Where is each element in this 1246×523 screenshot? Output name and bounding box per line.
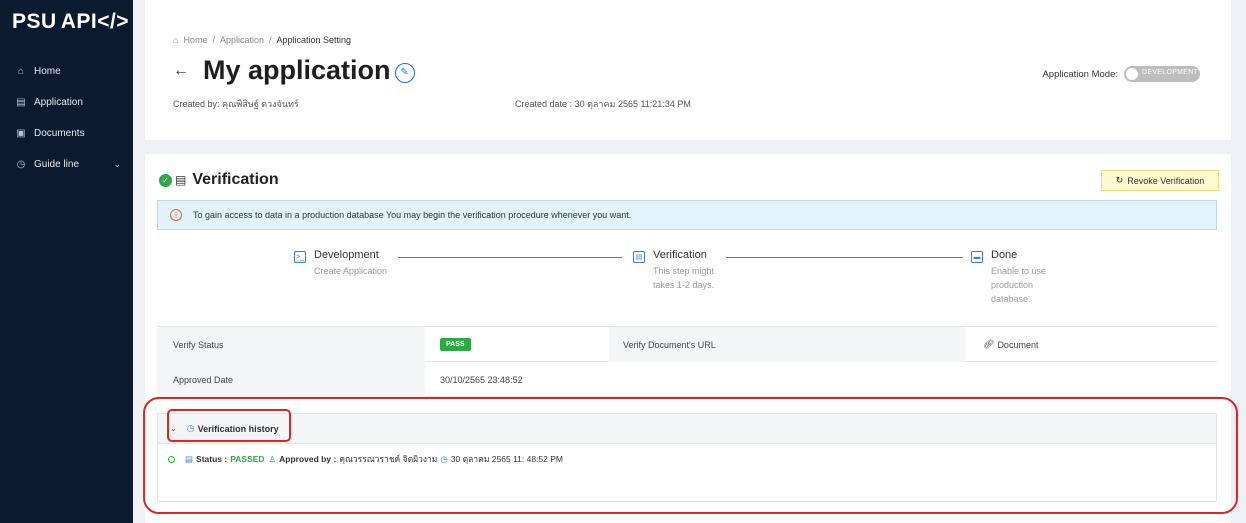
step-development: >_ Development Create Application xyxy=(294,249,387,278)
sidebar-item-label: Documents xyxy=(34,128,85,139)
created-date-value: 30 ตุลาคม 2565 11:21:34 PM xyxy=(574,99,691,109)
toggle-knob xyxy=(1126,68,1138,80)
step-title: Verification xyxy=(653,249,707,261)
created-by-label: Created by: xyxy=(173,99,220,109)
step-desc: Enable to use production database. xyxy=(991,264,1046,306)
created-by: Created by: คุณพิสิษฐ์ ดวงจันทร์ xyxy=(173,97,299,111)
verify-status-label: Verify Status xyxy=(157,327,425,362)
logo-api: API</> xyxy=(60,10,130,33)
created-date: Created date : 30 ตุลาคม 2565 11:21:34 P… xyxy=(515,97,691,111)
psu-api-logo[interactable]: PSU API</> xyxy=(12,10,129,34)
revoke-verification-button[interactable]: ↻ Revoke Verification xyxy=(1101,170,1219,191)
step-connector xyxy=(726,257,963,258)
mode-label: Application Mode: xyxy=(1042,68,1118,80)
step-desc-line: database. xyxy=(991,294,1031,304)
highlight-box-title xyxy=(167,409,291,442)
table-row: Approved Date 30/10/2565 23:48:52 xyxy=(157,362,1217,397)
sidebar-nav: ⌂ Home ▤ Application ▣ Documents ◷ Guide… xyxy=(0,56,133,180)
breadcrumb-home[interactable]: Home xyxy=(183,35,207,45)
clock-icon: ◷ xyxy=(16,159,26,170)
step-desc-line: production xyxy=(991,280,1034,290)
sidebar: PSU API</> ⌂ Home ▤ Application ▣ Documen… xyxy=(0,0,133,523)
mode-toggle[interactable]: DEVELOPMENT xyxy=(1124,66,1200,82)
status-badge: PASS xyxy=(440,338,471,351)
logo-psu: PSU xyxy=(12,10,57,33)
step-desc-line: Enable to use xyxy=(991,266,1047,276)
highlight-box-history xyxy=(143,397,1238,514)
mode-value: DEVELOPMENT xyxy=(1142,69,1199,76)
sidebar-item-label: Home xyxy=(34,66,61,77)
step-title: Development xyxy=(314,249,379,261)
breadcrumb-separator: / xyxy=(212,35,215,45)
info-banner: i To gain access to data in a production… xyxy=(157,200,1217,230)
home-icon[interactable]: ⌂ xyxy=(173,35,178,45)
link-icon: 🔗︎ xyxy=(983,339,995,349)
breadcrumb-current: Application Setting xyxy=(276,35,352,45)
step-desc: This step might takes 1-2 days. xyxy=(653,264,714,292)
chevron-down-icon: ⌄ xyxy=(113,159,121,169)
document-check-icon: ▤ xyxy=(175,173,187,187)
application-mode: Application Mode: DEVELOPMENT xyxy=(1042,66,1200,82)
sidebar-item-label: Guide line xyxy=(34,159,80,170)
edit-pencil-icon[interactable]: ✎ xyxy=(394,62,415,83)
application-icon: ▤ xyxy=(16,97,26,108)
approved-date-value: 30/10/2565 23:48:52 xyxy=(440,374,523,385)
step-connector xyxy=(398,257,622,258)
step-verification: ▤ Verification This step might takes 1-2… xyxy=(633,249,714,292)
created-date-label: Created date : xyxy=(515,99,573,109)
step-done: ▬ Done Enable to use production database… xyxy=(971,249,1046,306)
verification-table: Verify Status PASS Verify Document's URL… xyxy=(157,326,1217,397)
check-circle-icon: ✓ xyxy=(159,173,172,187)
terminal-icon: >_ xyxy=(294,251,306,263)
back-arrow-icon[interactable]: ← xyxy=(173,62,189,80)
verify-status-cell: PASS xyxy=(440,327,471,362)
info-icon: i xyxy=(170,209,182,221)
verification-title: Verification xyxy=(192,171,279,188)
created-by-value: คุณพิสิษฐ์ ดวงจันทร์ xyxy=(222,99,299,109)
info-text: To gain access to data in a production d… xyxy=(193,210,632,220)
sidebar-item-home[interactable]: ⌂ Home xyxy=(0,56,133,87)
step-title: Done xyxy=(991,249,1018,261)
application-header-card: ⌂ Home / Application / Application Setti… xyxy=(145,0,1231,140)
document-icon: ▣ xyxy=(16,128,26,139)
step-desc-line: This step might xyxy=(653,266,715,276)
breadcrumb: ⌂ Home / Application / Application Setti… xyxy=(173,35,351,45)
sidebar-item-guideline[interactable]: ◷ Guide line ⌄ xyxy=(0,149,133,180)
step-desc: Create Application xyxy=(314,266,388,276)
refresh-icon: ↻ xyxy=(1115,175,1124,185)
title-row: ← My application ✎ xyxy=(173,55,415,86)
step-desc-line: takes 1-2 days. xyxy=(653,280,715,290)
sidebar-item-application[interactable]: ▤ Application xyxy=(0,87,133,118)
home-icon: ⌂ xyxy=(17,66,25,77)
breadcrumb-separator: / xyxy=(269,35,272,45)
document-check-icon: ▤ xyxy=(633,251,645,263)
sidebar-item-documents[interactable]: ▣ Documents xyxy=(0,118,133,149)
database-icon: ▬ xyxy=(971,251,983,263)
table-row: Verify Status PASS Verify Document's URL… xyxy=(157,327,1217,362)
page-title: My application xyxy=(203,55,391,85)
document-link-label: Document xyxy=(997,339,1039,350)
breadcrumb-application[interactable]: Application xyxy=(220,35,264,45)
doc-url-label: Verify Document's URL xyxy=(609,327,966,362)
revoke-label: Revoke Verification xyxy=(1127,175,1205,186)
approved-date-label: Approved Date xyxy=(157,362,425,397)
verification-header: ✓ ▤ Verification xyxy=(159,171,279,189)
document-link[interactable]: 🔗︎ Document xyxy=(983,327,1038,362)
sidebar-item-label: Application xyxy=(34,97,83,108)
